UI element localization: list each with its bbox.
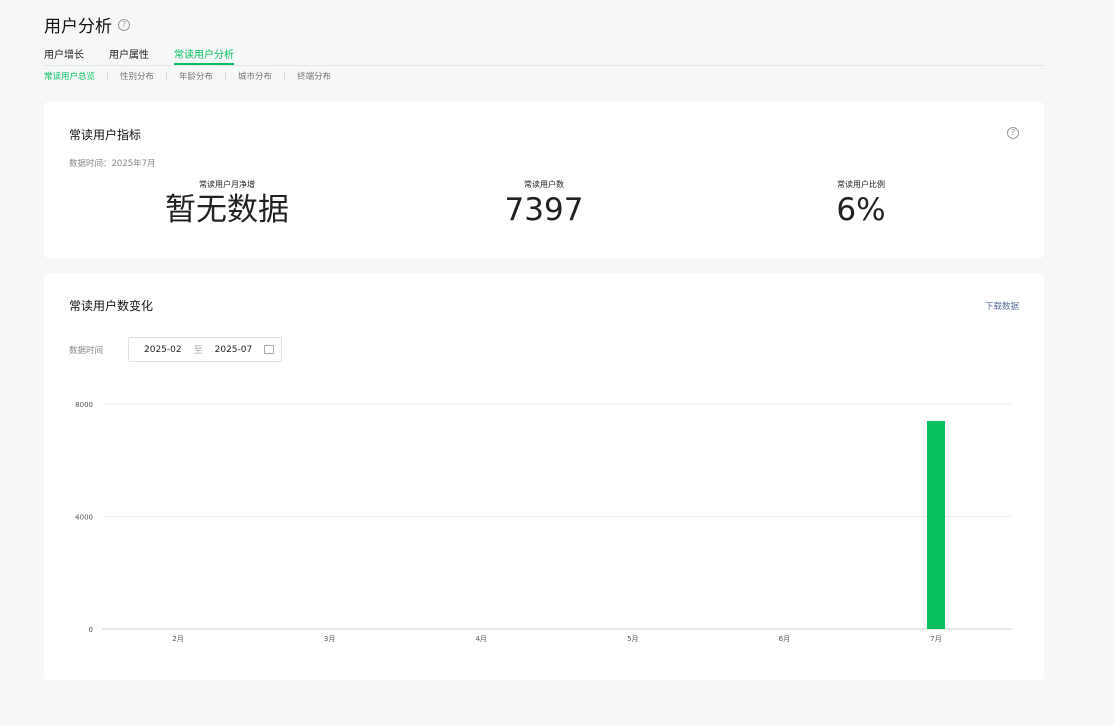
metric-value: 暂无数据 xyxy=(165,192,289,228)
page-title-text: 用户分析 xyxy=(44,17,112,37)
subtab-age[interactable]: 年龄分布 xyxy=(179,70,213,82)
page-title: 用户分析 ? xyxy=(44,12,1044,37)
y-tick-label: 4000 xyxy=(75,514,93,522)
subtab-city[interactable]: 城市分布 xyxy=(238,70,272,82)
main-tabs: 用户增长 用户属性 常读用户分析 xyxy=(44,46,1044,66)
metrics-card-title: 常读用户指标 xyxy=(69,128,142,142)
metric-reader-count: 常读用户数 7397 xyxy=(424,179,664,228)
header: 用户分析 ? 用户增长 用户属性 常读用户分析 常读用户总览 性别分布 年龄分布… xyxy=(44,12,1044,82)
sub-tabs: 常读用户总览 性别分布 年龄分布 城市分布 终端分布 xyxy=(44,70,331,82)
data-time: 数据时间：2025年7月 xyxy=(69,159,156,169)
metric-net-growth: 常读用户月净增 暂无数据 xyxy=(107,179,347,228)
bar[interactable] xyxy=(927,420,945,629)
reader-count-chart: 0 4000 8000 2月 3月 4月 5月 6月 7月 xyxy=(75,401,1012,643)
metric-value: 7397 xyxy=(504,192,584,228)
metric-reader-ratio: 常读用户比例 6% xyxy=(741,179,981,228)
tab-frequent-reader-analysis[interactable]: 常读用户分析 xyxy=(174,46,234,65)
metrics-card: 常读用户指标 ? 数据时间：2025年7月 常读用户月净增 暂无数据 常读用户数… xyxy=(44,102,1044,258)
subtab-overview[interactable]: 常读用户总览 xyxy=(44,70,95,82)
divider xyxy=(284,72,286,80)
metric-label: 常读用户数 xyxy=(524,180,564,189)
trend-card: 常读用户数变化 下载数据 数据时间 2025-02 至 2025-07 0 400… xyxy=(44,273,1044,680)
help-icon[interactable]: ? xyxy=(118,18,130,31)
divider xyxy=(166,72,168,80)
subtab-gender[interactable]: 性别分布 xyxy=(120,70,154,82)
y-tick-label: 0 xyxy=(89,626,93,634)
page: 用户分析 ? 用户增长 用户属性 常读用户分析 常读用户总览 性别分布 年龄分布… xyxy=(0,0,1114,725)
subtab-device[interactable]: 终端分布 xyxy=(297,70,331,82)
divider xyxy=(225,72,227,80)
x-tick-label: 6月 xyxy=(779,635,790,643)
metric-value: 6% xyxy=(836,192,886,228)
tab-user-growth[interactable]: 用户增长 xyxy=(44,46,84,65)
metric-label: 常读用户月净增 xyxy=(199,180,255,189)
x-tick-label: 4月 xyxy=(475,635,486,643)
x-tick-label: 2月 xyxy=(172,635,183,643)
x-tick-label: 7月 xyxy=(930,635,941,643)
y-tick-label: 8000 xyxy=(75,401,93,409)
x-tick-label: 5月 xyxy=(627,635,638,643)
x-tick-label: 3月 xyxy=(324,635,335,643)
metric-label: 常读用户比例 xyxy=(837,180,885,189)
tab-user-attributes[interactable]: 用户属性 xyxy=(109,46,149,65)
help-icon[interactable]: ? xyxy=(1007,127,1019,139)
divider xyxy=(107,72,109,80)
